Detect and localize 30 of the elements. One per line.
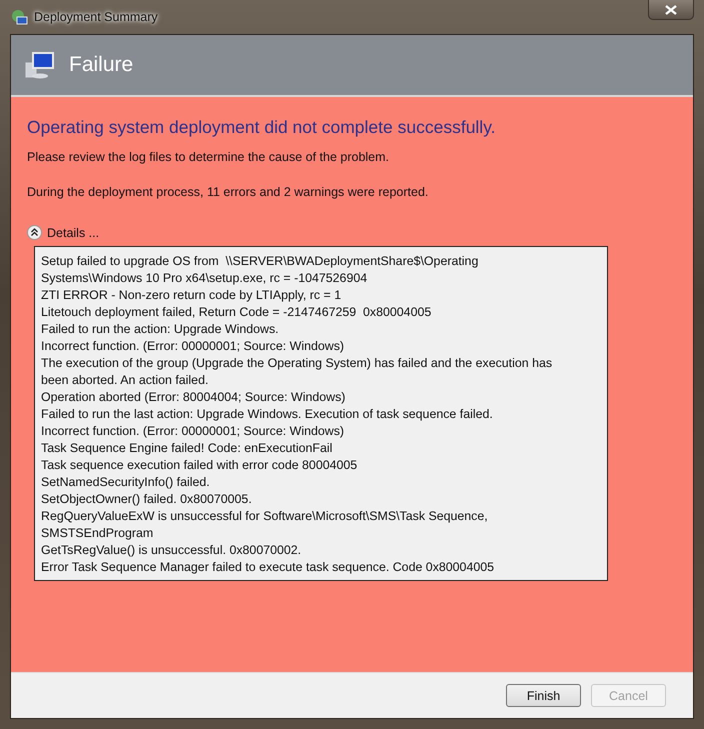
close-button[interactable] <box>648 0 694 20</box>
header-title: Failure <box>69 53 134 77</box>
log-line: ZTI ERROR - Non-zero return code by LTIApply, rc = 1 <box>41 287 342 304</box>
log-line: Litetouch deployment failed, Return Code = -2147467259 0x80004005 <box>41 304 432 321</box>
log-line: been aborted. An action failed. <box>41 372 210 389</box>
log-line: RegQueryValueExW is unsuccessful for Software\Microsoft\SMS\Task Sequence, <box>41 508 489 525</box>
log-line: Operation aborted (Error: 80004004; Source: Windows) <box>41 389 346 406</box>
log-line: Task sequence execution failed with error code 80004005 <box>41 457 358 474</box>
log-line: Error Task Sequence Manager failed to execute task sequence. Code 0x80004005 <box>41 559 496 576</box>
log-line: The execution of the group (Upgrade the Operating System) has failed and the execution has <box>41 355 554 372</box>
error-heading: Operating system deployment did not complete successfully. <box>27 117 497 138</box>
message-text: Please review the log files to determine the cause of the problem. <box>27 150 390 164</box>
log-line: SetNamedSecurityInfo() failed. <box>41 474 211 491</box>
window-title: Deployment Summary <box>34 10 158 24</box>
app-icon <box>10 8 28 26</box>
dialog-button[interactable]: Finish <box>506 684 581 707</box>
log-line: Task Sequence Engine failed! Code: enExecutionFail <box>41 440 334 457</box>
details-toggle[interactable]: Details ... <box>27 225 100 240</box>
log-line: Incorrect function. (Error: 00000001; Source: Windows) <box>41 338 346 355</box>
log-line: SetObjectOwner() failed. 0x80070005. <box>41 491 253 508</box>
log-line: Setup failed to upgrade OS from \\SERVER\BWADeploymentShare$\Operating <box>41 253 480 270</box>
log-line: Incorrect function. (Error: 00000001; Source: Windows) <box>41 423 346 440</box>
log-line: SMSTSEndProgram <box>41 525 154 542</box>
log-line: Failed to run the action: Upgrade Windows. <box>41 321 280 338</box>
computer-icon <box>23 50 55 80</box>
log-line: Systems\Windows 10 Pro x64\setup.exe, rc = -1047526904 <box>41 270 368 287</box>
message-text: During the deployment process, 11 errors and 2 warnings were reported. <box>27 185 430 199</box>
close-icon <box>665 4 677 14</box>
log-line: GetTsRegValue() is unsuccessful. 0x80070002. <box>41 542 302 559</box>
log-line: Failed to run the last action: Upgrade Windows. Execution of task sequence failed. <box>41 406 494 423</box>
